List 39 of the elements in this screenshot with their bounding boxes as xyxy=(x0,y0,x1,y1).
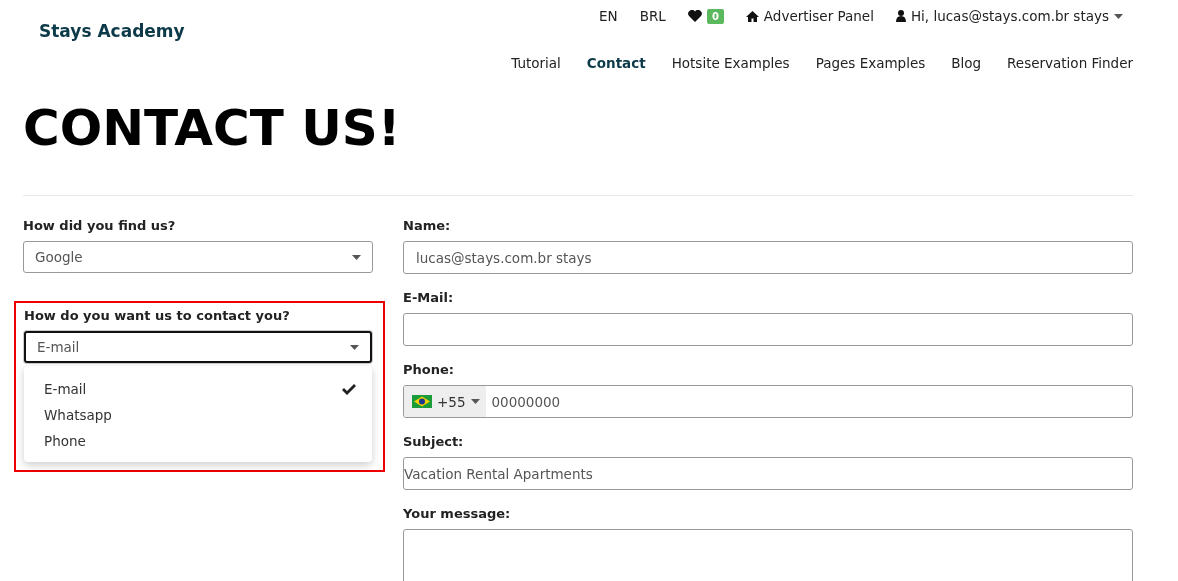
field-label: How do you want us to contact you? xyxy=(24,308,291,323)
top-link[interactable]: BRL xyxy=(639,8,666,24)
message-field[interactable] xyxy=(403,529,1133,581)
top-link[interactable]: EN xyxy=(599,8,618,24)
country-code-select[interactable]: +55 xyxy=(404,386,486,417)
nav-link[interactable]: Contact xyxy=(586,55,646,71)
nav-link[interactable]: Tutorial xyxy=(511,55,561,71)
field-label: How did you find us? xyxy=(23,218,177,233)
text-field[interactable] xyxy=(403,313,1133,346)
user-menu[interactable]: Hi, lucas@stays.com.br stays xyxy=(895,8,1123,24)
heart-icon xyxy=(687,10,702,22)
nav-link[interactable]: Pages Examples xyxy=(815,55,926,71)
flag-icon xyxy=(412,395,432,408)
dropdown-option[interactable]: Whatsapp xyxy=(24,402,372,428)
caret-icon xyxy=(1114,13,1123,19)
favorites-count: 0 xyxy=(706,8,724,24)
caret-icon xyxy=(470,399,480,404)
dropdown-option[interactable]: Phone xyxy=(24,428,372,454)
field-label: Subject: xyxy=(403,434,465,449)
phone-field[interactable]: +55 00000000 xyxy=(403,385,1133,418)
dropdown-option[interactable]: E-mail xyxy=(24,376,372,402)
field-label: Your message: xyxy=(403,506,512,521)
nav-link[interactable]: Reservation Finder xyxy=(1007,55,1133,71)
page-title: CONTACT US! xyxy=(23,99,402,157)
field-label: E-Mail: xyxy=(403,290,455,305)
site-logo[interactable]: Stays Academy xyxy=(39,21,185,71)
caret-icon xyxy=(352,254,361,260)
home-icon xyxy=(745,10,759,22)
source-select[interactable]: Google xyxy=(23,241,373,273)
nav-link[interactable]: Blog xyxy=(951,55,982,71)
advertiser-panel-link[interactable]: Advertiser Panel xyxy=(745,8,874,24)
field-label: Name: xyxy=(403,218,452,233)
caret-icon xyxy=(350,344,359,350)
nav-link[interactable]: Hotsite Examples xyxy=(671,55,790,71)
contact-method-select[interactable]: E-mail xyxy=(24,331,372,363)
text-field[interactable]: lucas@stays.com.br stays xyxy=(403,241,1133,274)
field-label: Phone: xyxy=(403,362,455,377)
user-icon xyxy=(895,10,906,22)
text-field[interactable]: Vacation Rental Apartments xyxy=(403,457,1133,490)
